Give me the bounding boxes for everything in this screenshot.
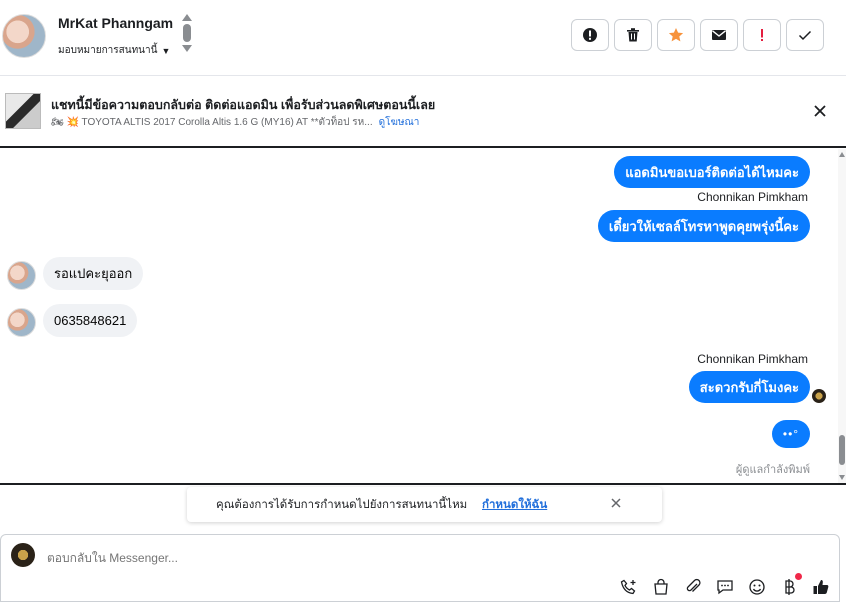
message-thread[interactable]: แอดมินขอเบอร์ติดต่อได้ไหมคะ Chonnikan Pi…	[0, 149, 838, 483]
scroll-up-icon[interactable]	[182, 14, 192, 21]
assign-label: มอบหมายการสนทนานี้	[58, 45, 158, 56]
assign-notice-text: คุณต้องการได้รับการกำหนดไปยังการสนทนานี้…	[216, 499, 468, 511]
sender-name: Chonnikan Pimkham	[697, 190, 808, 204]
message-composer	[0, 534, 840, 602]
follow-up-button[interactable]	[743, 19, 781, 51]
typing-indicator: ••°	[772, 420, 810, 448]
composer-toolbar	[619, 573, 831, 597]
ad-thumbnail[interactable]	[5, 93, 41, 129]
page-avatar	[11, 543, 35, 567]
scroll-thumb[interactable]	[183, 24, 191, 42]
alert-circle-icon	[583, 28, 597, 42]
star-icon	[668, 28, 684, 42]
reply-input[interactable]	[47, 551, 547, 565]
exclamation-icon	[761, 29, 763, 41]
contact-avatar[interactable]	[7, 261, 36, 290]
outgoing-message[interactable]: เดี๋ยวให้เซลล์โทรหาพูดคุยพรุ่งนี้คะ	[597, 210, 810, 242]
ad-context-banner: แชทนี้มีข้อความตอบกลับต่อ ติดต่อแอดมิน เ…	[0, 77, 846, 148]
scroll-thumb[interactable]	[839, 435, 845, 465]
mark-done-button[interactable]	[786, 19, 824, 51]
contact-name[interactable]: MrKat Phanngam	[58, 15, 173, 31]
view-ad-link[interactable]: ดูโฆษณา	[379, 115, 420, 130]
trash-icon	[627, 28, 639, 42]
ad-subtitle-row: 🏍 💥 TOYOTA ALTIS 2017 Corolla Altis 1.6 …	[51, 115, 419, 130]
envelope-icon	[712, 30, 726, 40]
payment-button[interactable]	[779, 573, 802, 597]
notification-dot	[795, 573, 802, 580]
messenger-conversation-panel: MrKat Phanngam มอบหมายการสนทนานี้ ▼ แชทน…	[0, 0, 846, 602]
scroll-down-icon[interactable]	[182, 45, 192, 52]
caret-down-icon: ▼	[161, 45, 171, 56]
assign-to-me-link[interactable]: กำหนดให้ฉัน	[482, 496, 547, 514]
incoming-message[interactable]: รอแปคะยุออก	[43, 257, 144, 290]
saved-replies-button[interactable]	[715, 577, 735, 597]
chat-bubble-icon	[717, 580, 733, 595]
phone-plus-icon	[620, 579, 636, 595]
mark-spam-button[interactable]	[571, 19, 609, 51]
paperclip-icon	[686, 578, 701, 592]
shopping-bag-icon	[654, 578, 668, 595]
outgoing-message[interactable]: สะดวกรับกี่โมงคะ	[688, 371, 810, 403]
assign-conversation-dropdown[interactable]: มอบหมายการสนทนานี้ ▼	[58, 43, 170, 58]
scroll-up-icon[interactable]	[839, 152, 845, 157]
call-button[interactable]	[619, 577, 639, 597]
close-icon[interactable]	[610, 497, 622, 509]
scroll-down-icon[interactable]	[839, 475, 845, 480]
emoji-button[interactable]	[747, 577, 767, 597]
baht-icon	[785, 579, 795, 595]
conversation-header: MrKat Phanngam มอบหมายการสนทนานี้ ▼	[0, 0, 846, 76]
conversation-actions	[571, 19, 824, 51]
assign-notice: คุณต้องการได้รับการกำหนดไปยังการสนทนานี้…	[187, 487, 662, 522]
check-icon	[798, 30, 812, 41]
divider	[0, 483, 846, 485]
mark-unread-button[interactable]	[700, 19, 738, 51]
typing-status: ผู้ดูแลกำลังพิมพ์	[735, 464, 810, 476]
star-button[interactable]	[657, 19, 695, 51]
contact-avatar[interactable]	[7, 308, 36, 337]
read-receipt-avatar	[812, 389, 826, 403]
ad-title: แชทนี้มีข้อความตอบกลับต่อ ติดต่อแอดมิน เ…	[51, 98, 436, 112]
shop-button[interactable]	[651, 577, 671, 597]
attach-button[interactable]	[683, 577, 703, 597]
thumbs-up-icon	[813, 580, 829, 594]
incoming-message[interactable]: 0635848621	[43, 304, 138, 337]
header-scroll-control[interactable]	[181, 14, 193, 58]
sender-name: Chonnikan Pimkham	[697, 352, 808, 366]
outgoing-message[interactable]: แอดมินขอเบอร์ติดต่อได้ไหมคะ	[614, 156, 810, 188]
delete-button[interactable]	[614, 19, 652, 51]
contact-avatar[interactable]	[2, 14, 46, 58]
close-icon[interactable]	[812, 103, 828, 119]
thread-scrollbar[interactable]	[838, 149, 846, 483]
ad-subtitle: 🏍 💥 TOYOTA ALTIS 2017 Corolla Altis 1.6 …	[51, 117, 373, 128]
smiley-icon	[749, 579, 765, 595]
like-button[interactable]	[811, 577, 831, 597]
